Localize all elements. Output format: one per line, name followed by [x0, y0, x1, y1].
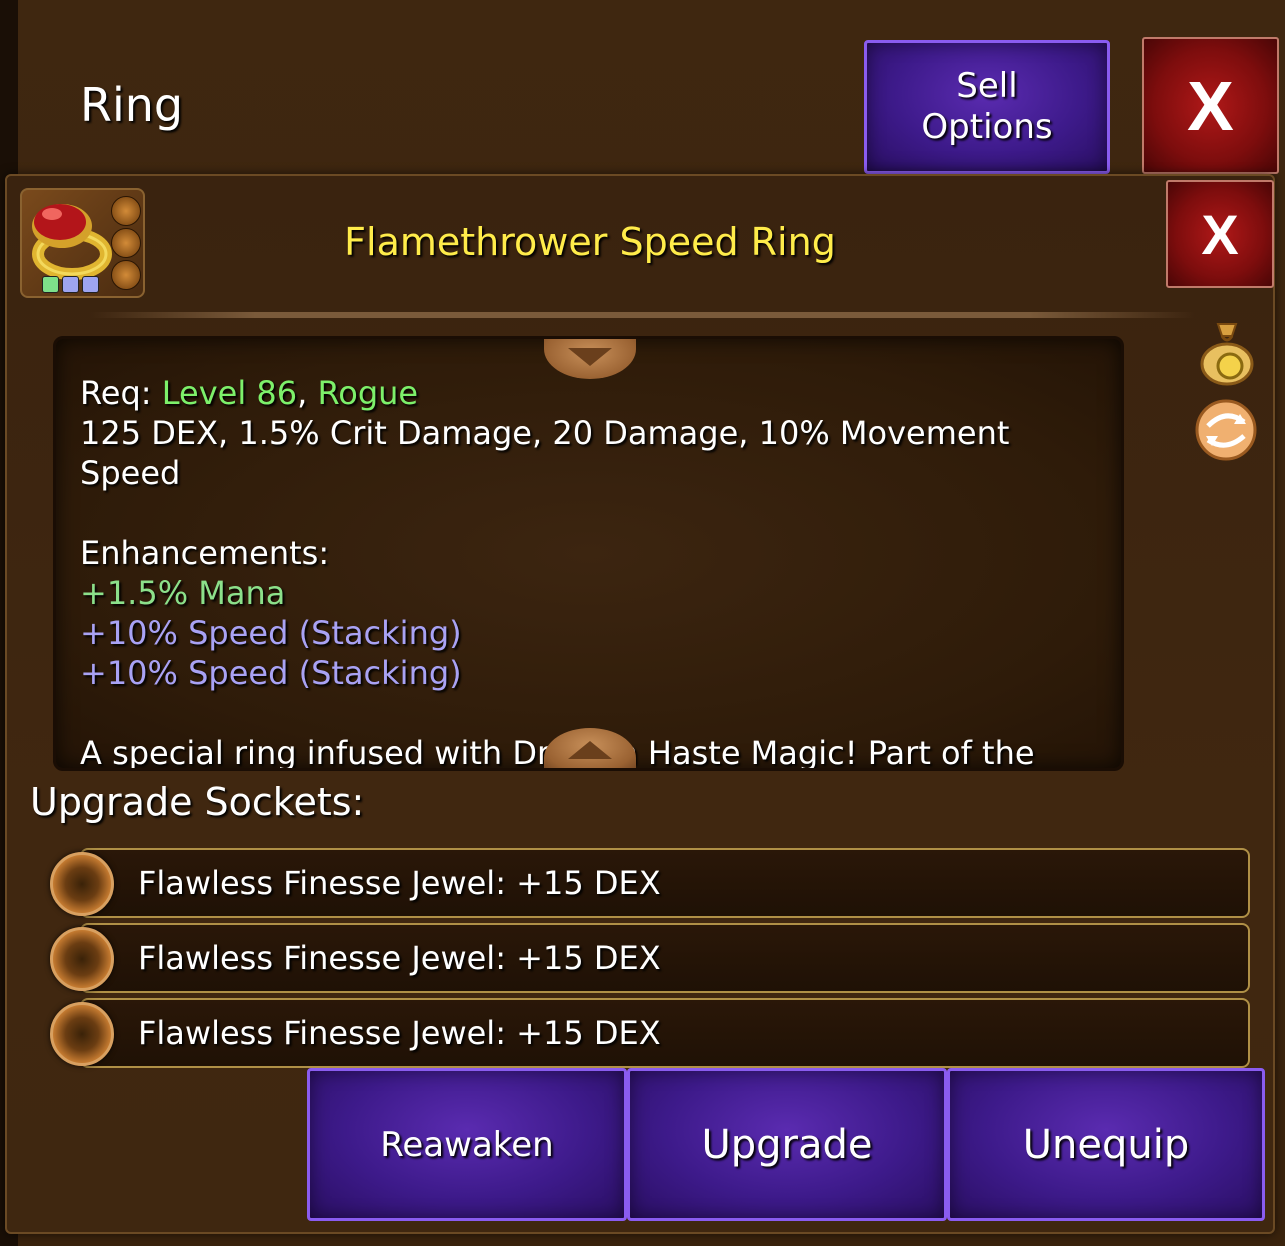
swap-image: [1195, 399, 1257, 461]
enhancement-line: +10% Speed (Stacking): [80, 654, 462, 692]
socket-row[interactable]: Flawless Finesse Jewel: +15 DEX: [80, 848, 1250, 918]
upgrade-button[interactable]: Upgrade: [627, 1068, 947, 1221]
close-item-button[interactable]: X: [1166, 180, 1274, 288]
req-separator: ,: [297, 374, 308, 412]
unequip-button[interactable]: Unequip: [947, 1068, 1265, 1221]
page-title: Ring: [80, 78, 184, 132]
enhancements-label: Enhancements:: [80, 534, 330, 572]
item-name: Flamethrower Speed Ring: [344, 220, 836, 264]
req-level: Level 86: [161, 374, 298, 412]
swap-icon[interactable]: [1194, 398, 1258, 462]
upgrade-label: Upgrade: [701, 1121, 873, 1168]
socket-gem-indicator: [62, 276, 79, 293]
sell-options-label: Sell Options: [921, 66, 1053, 147]
req-label: Req:: [80, 374, 152, 412]
ring-icon[interactable]: [20, 188, 145, 298]
divider: [90, 312, 1195, 318]
socket-label: Flawless Finesse Jewel: +15 DEX: [138, 864, 661, 902]
mini-socket-icon: [111, 260, 141, 290]
unequip-label: Unequip: [1022, 1121, 1190, 1168]
socket-gem-indicator: [42, 276, 59, 293]
upgrade-sockets-title: Upgrade Sockets:: [30, 780, 365, 824]
chevron-down-icon: [568, 348, 612, 366]
close-icon: X: [1201, 202, 1239, 266]
socket-row[interactable]: Flawless Finesse Jewel: +15 DEX: [80, 998, 1250, 1068]
close-icon: X: [1187, 66, 1234, 145]
stats-line: 125 DEX, 1.5% Crit Damage, 20 Damage, 10…: [80, 414, 1010, 492]
reawaken-label: Reawaken: [380, 1124, 554, 1165]
enhancement-line: +1.5% Mana: [80, 574, 286, 612]
finesse-jewel-icon: [50, 1002, 114, 1066]
enhancement-line: +10% Speed (Stacking): [80, 614, 462, 652]
gold-bag-image: [1200, 323, 1254, 386]
finesse-jewel-icon: [50, 927, 114, 991]
description-text: Req: Level 86, Rogue 125 DEX, 1.5% Crit …: [80, 373, 1097, 768]
chevron-up-icon: [568, 741, 612, 759]
sell-options-button[interactable]: Sell Options: [864, 40, 1110, 174]
finesse-jewel-icon: [50, 852, 114, 916]
req-class: Rogue: [317, 374, 419, 412]
requirement-line: Req: Level 86, Rogue: [80, 373, 1097, 413]
close-window-button[interactable]: X: [1142, 37, 1279, 174]
socket-row[interactable]: Flawless Finesse Jewel: +15 DEX: [80, 923, 1250, 993]
item-description-box[interactable]: Req: Level 86, Rogue 125 DEX, 1.5% Crit …: [53, 336, 1124, 771]
reawaken-button[interactable]: Reawaken: [307, 1068, 627, 1221]
socket-gem-indicator: [82, 276, 99, 293]
mini-socket-icon: [111, 228, 141, 258]
socket-label: Flawless Finesse Jewel: +15 DEX: [138, 939, 661, 977]
socket-label: Flawless Finesse Jewel: +15 DEX: [138, 1014, 661, 1052]
mini-socket-icon: [111, 196, 141, 226]
gold-bag-icon[interactable]: [1198, 320, 1256, 386]
